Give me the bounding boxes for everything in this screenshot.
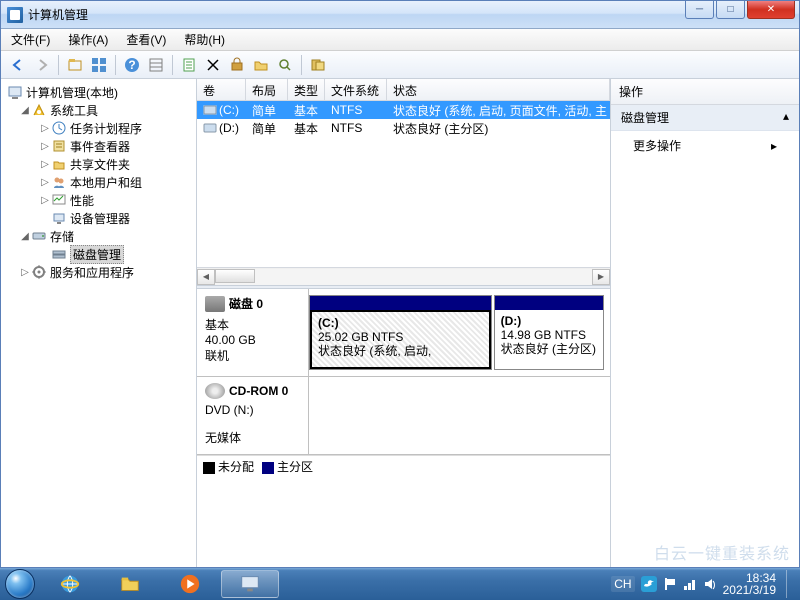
search-icon[interactable]: [274, 54, 296, 76]
tree-shared-folders[interactable]: ▷共享文件夹: [3, 155, 194, 173]
help-button[interactable]: ?: [121, 54, 143, 76]
legend: 未分配 主分区: [197, 455, 610, 477]
col-status[interactable]: 状态: [387, 79, 610, 100]
cdrom-info: CD-ROM 0 DVD (N:) 无媒体: [197, 377, 309, 454]
back-button[interactable]: [7, 54, 29, 76]
col-volume[interactable]: 卷: [197, 79, 246, 100]
menu-action[interactable]: 操作(A): [64, 29, 112, 50]
menu-help[interactable]: 帮助(H): [180, 29, 229, 50]
taskbar-media-player[interactable]: [161, 570, 219, 598]
clock[interactable]: 18:342021/3/19: [723, 572, 776, 596]
tree-local-users[interactable]: ▷本地用户和组: [3, 173, 194, 191]
view-list-button[interactable]: [145, 54, 167, 76]
drive-icon: [203, 105, 217, 115]
col-layout[interactable]: 布局: [246, 79, 288, 100]
drive-icon: [203, 123, 217, 133]
titlebar[interactable]: 计算机管理 ─ □ ✕: [1, 1, 799, 29]
taskbar-explorer[interactable]: [101, 570, 159, 598]
options-icon[interactable]: [307, 54, 329, 76]
chevron-right-icon: ▸: [771, 139, 777, 153]
tray-flag-icon[interactable]: [663, 577, 677, 591]
partition-d[interactable]: (D:) 14.98 GB NTFS 状态良好 (主分区): [494, 295, 604, 370]
tree-services-apps[interactable]: ▷服务和应用程序: [3, 263, 194, 281]
actions-pane: 操作 磁盘管理▴ 更多操作▸: [611, 79, 799, 567]
tray-network-icon[interactable]: [683, 577, 697, 591]
tree-systools[interactable]: ◢系统工具: [3, 101, 194, 119]
folder-open-icon[interactable]: [250, 54, 272, 76]
svg-text:?: ?: [128, 58, 135, 72]
col-filesystem[interactable]: 文件系统: [325, 79, 387, 100]
col-type[interactable]: 类型: [288, 79, 325, 100]
settings-icon[interactable]: [226, 54, 248, 76]
main-panel: 卷 布局 类型 文件系统 状态 (C:) 简单 基本 NTFS 状态良好 (系统…: [197, 79, 611, 567]
scroll-thumb[interactable]: [215, 269, 255, 283]
maximize-button[interactable]: □: [716, 1, 745, 19]
nav-tree[interactable]: 计算机管理(本地) ◢系统工具 ▷任务计划程序 ▷事件查看器 ▷共享文件夹 ▷本…: [1, 79, 197, 567]
cdrom-icon: [205, 383, 225, 399]
actions-header: 操作: [611, 79, 799, 105]
actions-more[interactable]: 更多操作▸: [611, 131, 799, 160]
tree-disk-management[interactable]: 磁盘管理: [3, 245, 194, 263]
tree-task-scheduler[interactable]: ▷任务计划程序: [3, 119, 194, 137]
up-button[interactable]: [64, 54, 86, 76]
system-tray[interactable]: CH 18:342021/3/19: [611, 570, 800, 598]
disk-0-info: 磁盘 0 基本 40.00 GB 联机: [197, 289, 309, 376]
actions-section[interactable]: 磁盘管理▴: [611, 105, 799, 131]
language-indicator[interactable]: CH: [611, 576, 634, 592]
watermark: 白云一键重装系统: [654, 540, 790, 564]
computer-management-window: 计算机管理 ─ □ ✕ 文件(F) 操作(A) 查看(V) 帮助(H) ? 计算: [0, 0, 800, 568]
refresh-button[interactable]: [178, 54, 200, 76]
volume-row-c[interactable]: (C:) 简单 基本 NTFS 状态良好 (系统, 启动, 页面文件, 活动, …: [197, 101, 610, 119]
delete-icon[interactable]: [202, 54, 224, 76]
disk-0-row[interactable]: 磁盘 0 基本 40.00 GB 联机 (C:) 25.02 GB NTFS 状…: [197, 289, 610, 377]
taskbar[interactable]: CH 18:342021/3/19: [0, 568, 800, 600]
close-button[interactable]: ✕: [747, 1, 795, 19]
volume-row-d[interactable]: (D:) 简单 基本 NTFS 状态良好 (主分区): [197, 119, 610, 137]
forward-button[interactable]: [31, 54, 53, 76]
disk-icon: [205, 296, 225, 312]
taskbar-ie[interactable]: [41, 570, 99, 598]
tree-performance[interactable]: ▷性能: [3, 191, 194, 209]
taskbar-computer-management[interactable]: [221, 570, 279, 598]
volume-list-header: 卷 布局 类型 文件系统 状态: [197, 79, 610, 101]
toolbar: ?: [1, 51, 799, 79]
cdrom-row[interactable]: CD-ROM 0 DVD (N:) 无媒体: [197, 377, 610, 455]
menu-file[interactable]: 文件(F): [7, 29, 54, 50]
partition-c[interactable]: (C:) 25.02 GB NTFS 状态良好 (系统, 启动,: [309, 295, 492, 370]
tree-device-manager[interactable]: 设备管理器: [3, 209, 194, 227]
menubar: 文件(F) 操作(A) 查看(V) 帮助(H): [1, 29, 799, 51]
tree-storage[interactable]: ◢存储: [3, 227, 194, 245]
scroll-left-icon[interactable]: ◀: [197, 269, 215, 285]
start-button[interactable]: [0, 568, 40, 600]
minimize-button[interactable]: ─: [685, 1, 714, 19]
properties-button[interactable]: [88, 54, 110, 76]
show-desktop-button[interactable]: [786, 570, 794, 598]
horizontal-scrollbar[interactable]: ◀ ▶: [197, 267, 610, 285]
window-title: 计算机管理: [28, 6, 685, 23]
tree-event-viewer[interactable]: ▷事件查看器: [3, 137, 194, 155]
disk-map: 磁盘 0 基本 40.00 GB 联机 (C:) 25.02 GB NTFS 状…: [197, 289, 610, 567]
collapse-icon[interactable]: ▴: [783, 109, 789, 126]
app-icon: [7, 7, 23, 23]
volume-list[interactable]: 卷 布局 类型 文件系统 状态 (C:) 简单 基本 NTFS 状态良好 (系统…: [197, 79, 610, 285]
tray-volume-icon[interactable]: [703, 577, 717, 591]
tree-root[interactable]: 计算机管理(本地): [3, 83, 194, 101]
menu-view[interactable]: 查看(V): [122, 29, 170, 50]
tray-bird-icon[interactable]: [641, 576, 657, 592]
scroll-right-icon[interactable]: ▶: [592, 269, 610, 285]
